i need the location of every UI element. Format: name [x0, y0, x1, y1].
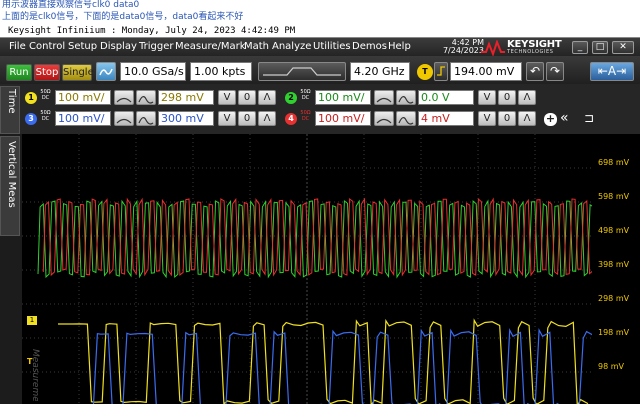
- ch4-offset-up-button[interactable]: Λ: [518, 111, 536, 126]
- menu-display[interactable]: Display: [100, 40, 137, 54]
- ch2-scale-down-icon[interactable]: [374, 90, 394, 105]
- keysight-wave-icon: [481, 39, 505, 57]
- menu-demos[interactable]: Demos: [352, 40, 387, 54]
- ch1-impedance: 50Ω DC: [40, 89, 51, 101]
- ch3-offset-down-button[interactable]: V: [218, 111, 236, 126]
- channel-bar: Time Meas 1 50ΩDC 100 mV/ 298 mV V 0 Λ 2…: [0, 84, 640, 134]
- scale-label: 298 mV: [598, 294, 630, 303]
- add-channel-button[interactable]: +: [544, 113, 557, 126]
- ch2-offset-down-button[interactable]: V: [478, 90, 496, 105]
- scope-window: Keysight Infiniium : Monday, July 24, 20…: [0, 24, 640, 408]
- acquisition-toolbar: Run Stop Single 10.0 GSa/s 1.00 kpts 4.2…: [0, 56, 640, 84]
- logo-sub: TECHNOLOGIES: [507, 49, 554, 55]
- menu-analyze[interactable]: Analyze: [272, 40, 311, 54]
- trigger-badge: T: [417, 64, 433, 80]
- ch3-scale-field[interactable]: 100 mV/: [55, 111, 111, 126]
- trigger-level-field[interactable]: 194.00 mV: [450, 62, 522, 81]
- ch1-scale-down-icon[interactable]: [114, 90, 134, 105]
- ch4-offset-down-button[interactable]: V: [478, 111, 496, 126]
- ch1-ground-marker: 1: [27, 316, 37, 325]
- measurements-watermark: Measurements: [30, 349, 40, 401]
- scale-label: 498 mV: [598, 226, 630, 235]
- ch2-offset-up-button[interactable]: Λ: [518, 90, 536, 105]
- trigger-slope-icon[interactable]: [434, 62, 448, 81]
- menu-trigger[interactable]: Trigger: [139, 40, 174, 54]
- ch4-offset-zero-button[interactable]: 0: [498, 111, 516, 126]
- ch2-scale-up-icon[interactable]: [396, 90, 416, 105]
- annotation-line-1: 用示波器直接观察信号clk0 data0: [2, 0, 140, 10]
- bandwidth-filter-icon[interactable]: [258, 62, 346, 81]
- close-button[interactable]: ✕: [612, 41, 634, 54]
- ch2-badge[interactable]: 2: [285, 92, 297, 104]
- vertical-meas-tab[interactable]: Vertical Meas: [0, 136, 20, 236]
- run-button[interactable]: Run: [6, 64, 32, 81]
- collapse-icon[interactable]: «: [560, 110, 569, 126]
- ch2-offset-zero-button[interactable]: 0: [498, 90, 516, 105]
- menu-help[interactable]: Help: [388, 40, 411, 54]
- maximize-button[interactable]: □: [592, 41, 608, 54]
- waveform-graticule: [22, 134, 605, 408]
- vertical-meas-label: Vertical Meas: [6, 141, 17, 208]
- ch3-scale-down-icon[interactable]: [114, 111, 134, 126]
- keysight-logo: KEYSIGHT TECHNOLOGIES: [481, 39, 565, 57]
- ch3-offset-zero-button[interactable]: 0: [238, 111, 256, 126]
- ch4-impedance: 50Ω DC: [300, 110, 311, 122]
- scale-label: 598 mV: [598, 192, 630, 201]
- right-scale: 698 mV 598 mV 498 mV 398 mV 298 mV 198 m…: [592, 134, 640, 404]
- scale-label: 98 mV: [598, 362, 624, 371]
- sample-rate-field[interactable]: 10.0 GSa/s: [120, 62, 186, 81]
- ch3-badge[interactable]: 3: [25, 113, 37, 125]
- ch2-scale-field[interactable]: 100 mV/: [315, 90, 371, 105]
- ch3-data-trace: [64, 327, 595, 408]
- memory-depth-field[interactable]: 1.00 kpts: [190, 62, 252, 81]
- single-button[interactable]: Single: [62, 64, 94, 81]
- menu-setup[interactable]: Setup: [68, 40, 97, 54]
- ch4-offset-field[interactable]: 4 mV: [418, 111, 474, 126]
- zoom-fit-icon[interactable]: ⇤A⇥: [590, 62, 634, 81]
- ch1-scale-field[interactable]: 100 mV/: [55, 90, 111, 105]
- ch1-offset-zero-button[interactable]: 0: [238, 90, 256, 105]
- annotation-line-2: 上面的是clk0信号，下面的是data0信号，data0看起来不好: [2, 12, 244, 22]
- pin-icon[interactable]: ⊐: [584, 110, 594, 126]
- ch4-scale-up-icon[interactable]: [396, 111, 416, 126]
- menu-control[interactable]: Control: [29, 40, 65, 54]
- ch1-offset-down-button[interactable]: V: [218, 90, 236, 105]
- ch3-scale-up-icon[interactable]: [136, 111, 156, 126]
- menu-file[interactable]: File: [9, 40, 26, 54]
- ch3-offset-field[interactable]: 300 mV: [158, 111, 214, 126]
- time-meas-label: Time Meas: [0, 89, 17, 115]
- ch1-badge[interactable]: 1: [25, 92, 37, 104]
- ch4-scale-down-icon[interactable]: [374, 111, 394, 126]
- bandwidth-field[interactable]: 4.20 GHz: [350, 62, 410, 81]
- menu-bar: File Control Setup Display Trigger Measu…: [0, 38, 640, 57]
- ch2-offset-field[interactable]: 0.0 V: [418, 90, 474, 105]
- scale-label: 698 mV: [598, 158, 630, 167]
- ch2-impedance: 50Ω DC: [300, 89, 311, 101]
- ch4-scale-field[interactable]: 100 mV/: [315, 111, 371, 126]
- stop-button[interactable]: Stop: [34, 64, 60, 81]
- scale-label: 198 mV: [598, 328, 630, 337]
- autoscale-icon[interactable]: [96, 62, 116, 81]
- menu-math[interactable]: Math: [244, 40, 269, 54]
- window-title: Keysight Infiniium : Monday, July 24, 20…: [0, 24, 640, 38]
- ch1-offset-field[interactable]: 298 mV: [158, 90, 214, 105]
- scale-label: 398 mV: [598, 260, 630, 269]
- clock: 4:42 PM 7/24/2023: [436, 39, 484, 55]
- ch3-offset-up-button[interactable]: Λ: [258, 111, 276, 126]
- minimize-button[interactable]: _: [572, 41, 588, 54]
- ch4-badge[interactable]: 4: [285, 113, 297, 125]
- menu-measure-mark[interactable]: Measure/Mark: [175, 40, 246, 54]
- menu-utilities[interactable]: Utilities: [313, 40, 351, 54]
- clock-date: 7/24/2023: [442, 46, 484, 55]
- redo-icon[interactable]: ↷: [546, 62, 564, 81]
- waveform-display[interactable]: T 1 Measurements: [22, 134, 605, 408]
- undo-icon[interactable]: ↶: [526, 62, 544, 81]
- ch1-offset-up-button[interactable]: Λ: [258, 90, 276, 105]
- time-meas-tab[interactable]: Time Meas: [0, 86, 20, 134]
- ch1-scale-up-icon[interactable]: [136, 90, 156, 105]
- ch3-impedance: 50Ω DC: [40, 110, 51, 122]
